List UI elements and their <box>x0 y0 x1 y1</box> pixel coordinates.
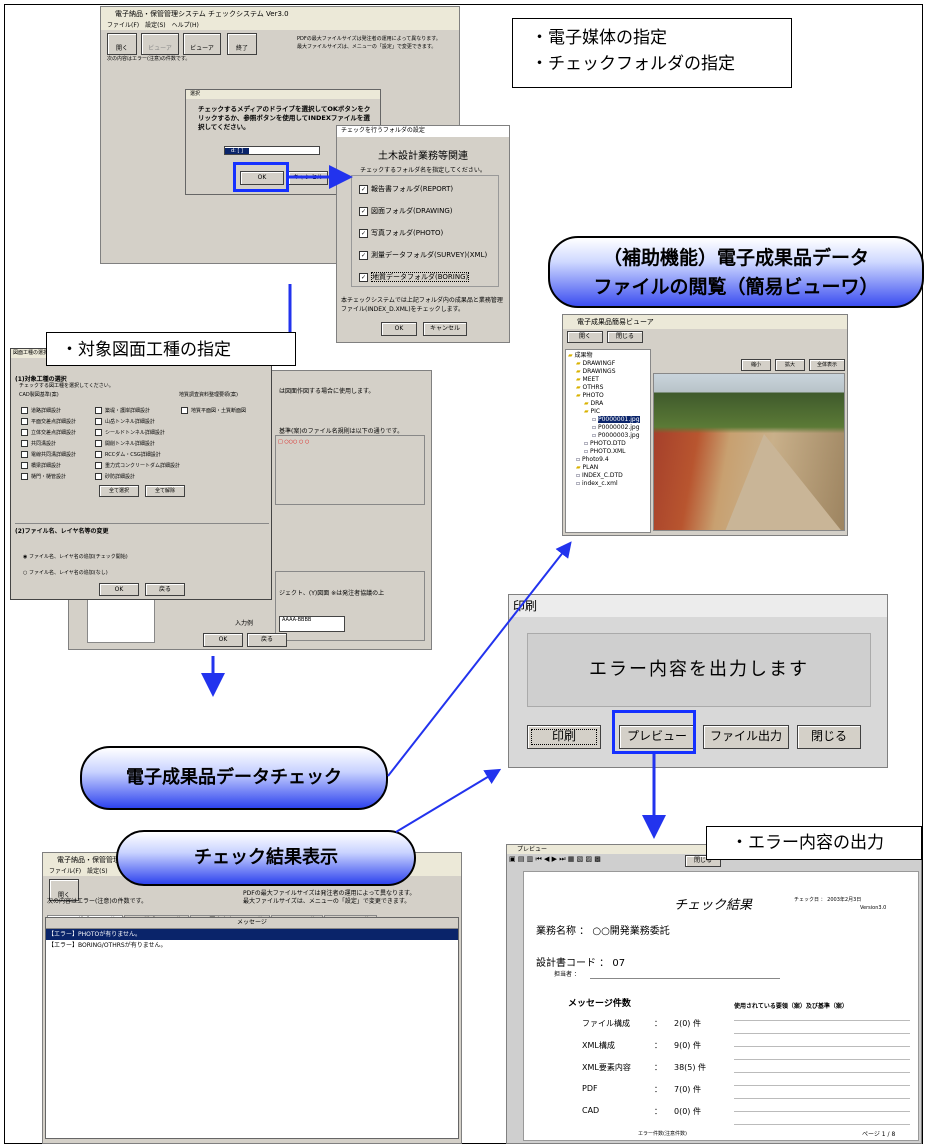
flow-arrows <box>201 165 666 839</box>
arrow-to-print <box>395 768 502 833</box>
arrow-to-viewer <box>387 541 572 777</box>
